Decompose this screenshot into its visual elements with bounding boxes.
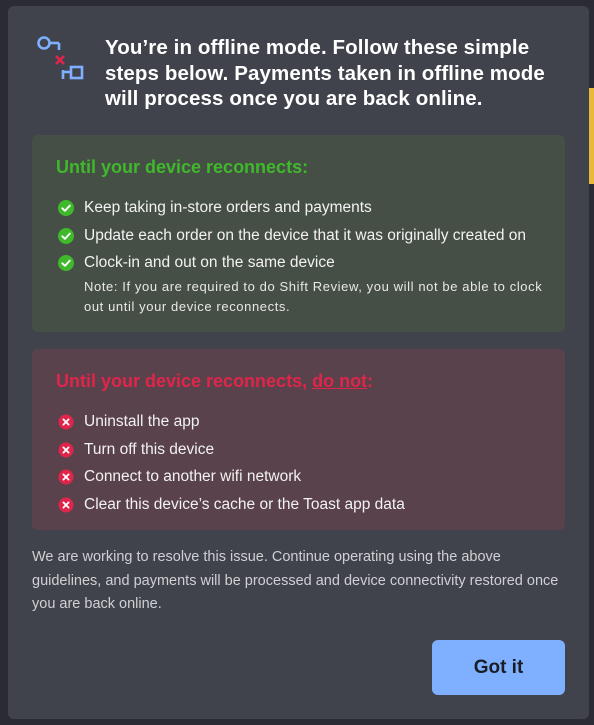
dont-title-prefix: Until your device reconnects, <box>56 371 313 391</box>
list-item: Uninstall the app <box>58 411 405 439</box>
list-item: Clock-in and out on the same device <box>58 252 526 280</box>
offline-connection-icon <box>37 36 84 80</box>
list-item: Turn off this device <box>58 439 405 467</box>
do-item-label: Update each order on the device that it … <box>84 226 527 244</box>
list-item: Connect to another wifi network <box>58 466 405 494</box>
do-panel: Until your device reconnects: Keep takin… <box>32 135 565 332</box>
list-item: Clear this device’s cache or the Toast a… <box>58 494 405 522</box>
do-item-label: Keep taking in-store orders and payments <box>84 199 372 216</box>
x-circle-icon <box>58 469 74 485</box>
x-circle-icon <box>58 442 74 457</box>
dont-title-suffix: : <box>367 371 374 391</box>
check-circle-icon <box>58 200 74 216</box>
got-it-button[interactable]: Got it <box>432 640 565 695</box>
do-panel-title: Until your device reconnects: <box>56 157 309 177</box>
dialog-title: You’re in offline mode. Follow these sim… <box>105 36 545 110</box>
dont-item-label: Turn off this device <box>84 440 215 458</box>
check-circle-icon <box>58 255 74 271</box>
dont-panel: Until your device reconnects, do not: Un… <box>32 349 565 530</box>
dont-title-emphasis: do not <box>312 371 368 391</box>
offline-mode-dialog: You’re in offline mode. Follow these sim… <box>8 6 589 719</box>
footer-message: We are working to resolve this issue. Co… <box>32 549 559 612</box>
dont-item-label: Clear this device’s cache or the Toast a… <box>84 495 405 513</box>
dont-item-label: Connect to another wifi network <box>84 468 302 485</box>
do-list: Keep taking in-store orders and payments… <box>58 197 526 280</box>
x-circle-icon <box>58 497 74 512</box>
list-item: Update each order on the device that it … <box>58 225 526 253</box>
dont-panel-title: Until your device reconnects, do not: <box>56 371 373 392</box>
x-circle-icon <box>58 414 74 430</box>
shift-review-note: Note: If you are required to do Shift Re… <box>84 279 543 314</box>
check-circle-icon <box>58 227 74 244</box>
list-item: Keep taking in-store orders and payments <box>58 197 526 225</box>
dialog-header: You’re in offline mode. Follow these sim… <box>8 6 589 126</box>
do-item-label: Clock-in and out on the same device <box>84 254 335 271</box>
dont-list: Uninstall the app Turn off this device C… <box>58 411 405 521</box>
dont-item-label: Uninstall the app <box>84 413 200 430</box>
